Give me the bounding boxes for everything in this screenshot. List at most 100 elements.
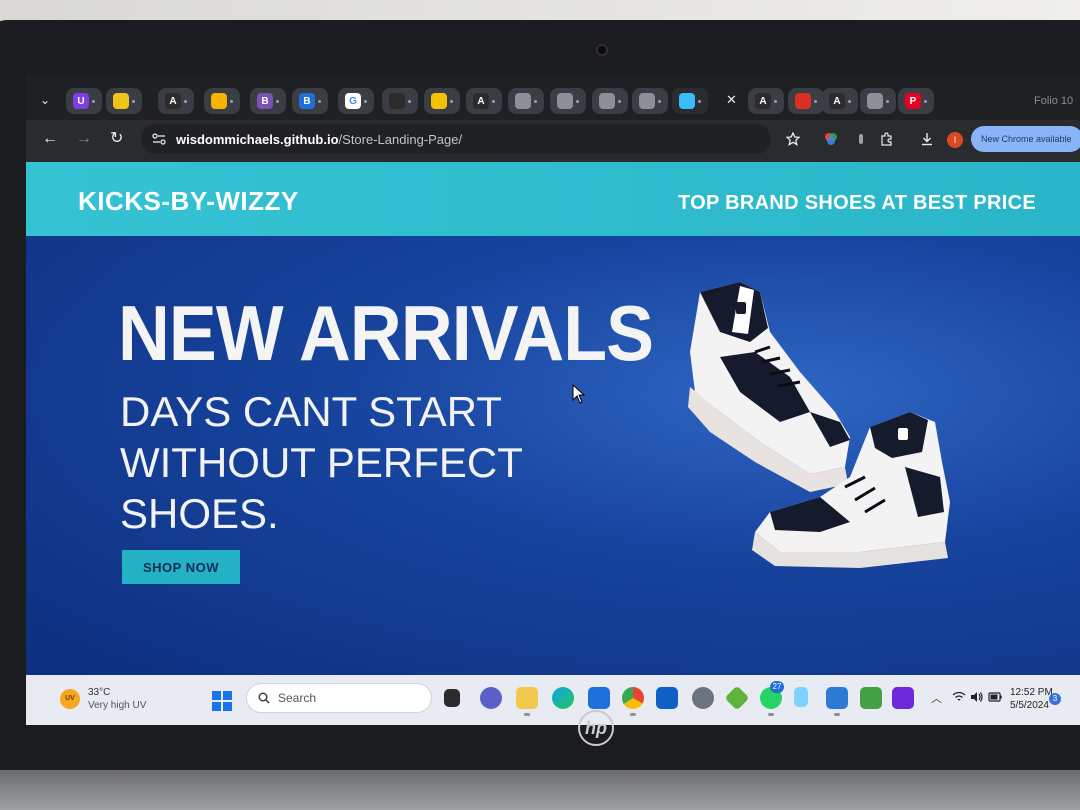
laptop-screen: ⌄ UABBGAAAP✕ Folio 10 + — ✕ ← → ↻ wisdom… bbox=[26, 75, 1080, 725]
forward-arrow-icon[interactable]: → bbox=[76, 131, 92, 147]
browser-tab[interactable] bbox=[672, 88, 708, 114]
clock-date[interactable]: 5/5/2024 bbox=[1010, 700, 1049, 711]
notepad-plus-icon[interactable] bbox=[860, 687, 882, 709]
task-view-icon[interactable] bbox=[444, 689, 460, 707]
wifi-icon[interactable] bbox=[952, 691, 966, 703]
clock-time[interactable]: 12:52 PM bbox=[1010, 687, 1053, 698]
reload-icon[interactable]: ↻ bbox=[110, 131, 123, 147]
hat-icon bbox=[431, 93, 447, 109]
tab-close-dot[interactable] bbox=[774, 99, 777, 103]
angular-icon: A bbox=[473, 93, 489, 109]
site-info-icon[interactable] bbox=[152, 133, 166, 145]
tab-close-dot[interactable] bbox=[924, 99, 927, 103]
profile-avatar[interactable]: I bbox=[947, 132, 963, 148]
browser-tab[interactable] bbox=[550, 88, 586, 114]
browser-tab[interactable] bbox=[204, 88, 240, 114]
browser-tab[interactable]: U bbox=[66, 88, 102, 114]
browser-tab[interactable] bbox=[508, 88, 544, 114]
tab-close-dot[interactable] bbox=[184, 99, 187, 103]
tab-close-dot[interactable] bbox=[408, 99, 411, 103]
tab-close-dot[interactable] bbox=[450, 99, 453, 103]
browser-tab[interactable] bbox=[592, 88, 628, 114]
nodejs-icon[interactable] bbox=[724, 685, 750, 711]
tab-close-dot[interactable] bbox=[534, 99, 537, 103]
back-arrow-icon[interactable]: ← bbox=[42, 131, 58, 147]
browser-tab[interactable] bbox=[788, 88, 824, 114]
extension-icon[interactable] bbox=[854, 132, 868, 146]
s-app-icon[interactable] bbox=[892, 687, 914, 709]
settings-gear-icon[interactable] bbox=[692, 687, 714, 709]
tab-close-dot[interactable] bbox=[230, 99, 233, 103]
active-tab-close-icon[interactable]: ✕ bbox=[726, 92, 737, 108]
windows-start-icon[interactable] bbox=[212, 691, 232, 711]
vscode-icon[interactable] bbox=[826, 687, 848, 716]
browser-tab[interactable] bbox=[382, 88, 418, 114]
color-picker-extension-icon[interactable] bbox=[824, 132, 838, 146]
download-icon[interactable] bbox=[920, 132, 934, 146]
mail-icon[interactable] bbox=[588, 687, 610, 709]
notification-badge[interactable]: 3 bbox=[1049, 693, 1061, 705]
browser-tab[interactable]: P bbox=[898, 88, 934, 114]
u-icon: U bbox=[73, 93, 89, 109]
tab-close-dot[interactable] bbox=[886, 99, 889, 103]
extensions-puzzle-icon[interactable] bbox=[880, 132, 894, 146]
tab-close-dot[interactable] bbox=[492, 99, 495, 103]
browser-tab[interactable] bbox=[106, 88, 142, 114]
tab-close-dot[interactable] bbox=[814, 99, 817, 103]
shop-now-button[interactable]: SHOP NOW bbox=[122, 550, 240, 584]
tab-close-dot[interactable] bbox=[848, 99, 851, 103]
tray-overflow-chevron-icon[interactable]: ︿ bbox=[931, 690, 942, 706]
tab-close-dot[interactable] bbox=[318, 99, 321, 103]
globe-icon bbox=[867, 93, 883, 109]
browser-toolbar: ← → ↻ wisdommichaels.github.io/Store-Lan… bbox=[26, 120, 1080, 162]
window-title: Folio 10 bbox=[1034, 95, 1074, 107]
hero-title: NEW ARRIVALS bbox=[118, 289, 654, 377]
bookmark-star-icon[interactable] bbox=[786, 132, 800, 146]
update-chrome-button[interactable]: New Chrome available bbox=[971, 126, 1080, 152]
tab-close-dot[interactable] bbox=[698, 99, 701, 103]
browser-tab[interactable] bbox=[424, 88, 460, 114]
tab-close-dot[interactable] bbox=[618, 99, 621, 103]
browser-tab[interactable] bbox=[632, 88, 668, 114]
weather-temperature[interactable]: 33°C bbox=[88, 687, 110, 698]
battery-icon[interactable] bbox=[988, 692, 1002, 702]
edge-browser-icon[interactable] bbox=[552, 687, 574, 709]
globe-icon bbox=[599, 93, 615, 109]
red-circle-icon bbox=[795, 93, 811, 109]
search-icon bbox=[258, 692, 270, 704]
volume-icon[interactable] bbox=[970, 691, 984, 703]
browser-tab[interactable]: G bbox=[338, 88, 374, 114]
weather-description[interactable]: Very high UV bbox=[88, 700, 146, 711]
snipping-tool-icon[interactable] bbox=[794, 687, 808, 707]
browser-tab[interactable]: A bbox=[748, 88, 784, 114]
tab-close-dot[interactable] bbox=[658, 99, 661, 103]
tab-close-dot[interactable] bbox=[576, 99, 579, 103]
teams-chat-icon[interactable] bbox=[480, 687, 502, 709]
url-text[interactable]: wisdommichaels.github.io/Store-Landing-P… bbox=[176, 132, 462, 147]
angular-icon: A bbox=[165, 93, 181, 109]
url-path: /Store-Landing-Page/ bbox=[338, 132, 463, 147]
google-drive-icon bbox=[211, 93, 227, 109]
angular-icon: A bbox=[755, 93, 771, 109]
tab-close-dot[interactable] bbox=[276, 99, 279, 103]
browser-tab[interactable]: A bbox=[822, 88, 858, 114]
photo-scene: ⌄ UABBGAAAP✕ Folio 10 + — ✕ ← → ↻ wisdom… bbox=[0, 0, 1080, 810]
folder-icon bbox=[389, 93, 405, 109]
tab-close-dot[interactable] bbox=[92, 99, 95, 103]
taskbar-search-box[interactable] bbox=[246, 683, 432, 713]
tab-search-chevron-icon[interactable]: ⌄ bbox=[40, 93, 52, 107]
chrome-icon[interactable] bbox=[622, 687, 644, 716]
webcam bbox=[596, 44, 608, 56]
browser-tab[interactable]: B bbox=[292, 88, 328, 114]
file-explorer-icon[interactable] bbox=[516, 687, 538, 716]
weather-icon[interactable]: UV bbox=[60, 689, 80, 709]
brand-logo-text[interactable]: KICKS-BY-WIZZY bbox=[78, 186, 299, 217]
tab-close-dot[interactable] bbox=[132, 99, 135, 103]
browser-tab[interactable] bbox=[860, 88, 896, 114]
google-icon: G bbox=[345, 93, 361, 109]
tab-close-dot[interactable] bbox=[364, 99, 367, 103]
browser-tab[interactable]: B bbox=[250, 88, 286, 114]
store-icon[interactable] bbox=[656, 687, 678, 709]
browser-tab[interactable]: A bbox=[466, 88, 502, 114]
browser-tab[interactable]: A bbox=[158, 88, 194, 114]
